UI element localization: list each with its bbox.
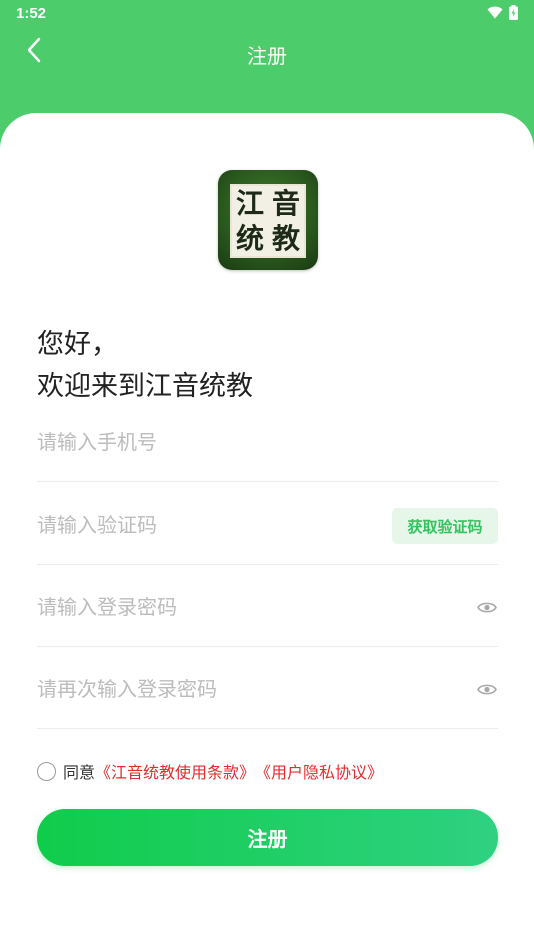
app-logo: 江 音 统 教 [218, 170, 318, 270]
greeting-hello: 您好， [37, 329, 118, 360]
status-bar: 1:52 [0, 0, 534, 28]
page-title: 注册 [247, 44, 287, 68]
logo-char: 教 [271, 221, 300, 255]
nav-bar: 注册 [0, 28, 534, 76]
logo-char: 统 [235, 221, 264, 255]
password-input[interactable] [37, 585, 437, 629]
confirm-password-field [37, 647, 498, 729]
greeting-welcome: 欢迎来到江音统教 [37, 371, 253, 402]
terms-link[interactable]: 《江音统教使用条款》 [95, 759, 255, 783]
agree-text: 同意 [63, 763, 96, 782]
confirm-password-input[interactable] [37, 667, 437, 711]
get-code-button[interactable]: 获取验证码 [392, 508, 498, 544]
status-icons [487, 5, 518, 20]
phone-field [37, 400, 498, 482]
password-field [37, 565, 498, 647]
phone-input[interactable] [37, 420, 437, 464]
eye-icon[interactable] [476, 596, 498, 618]
agreement-row: 同意 《江音统教使用条款》 《用户隐私协议》 [37, 760, 383, 782]
logo-char: 音 [271, 186, 300, 220]
eye-icon[interactable] [476, 678, 498, 700]
register-button[interactable]: 注册 [37, 809, 498, 866]
logo-frame: 江 音 统 教 [230, 184, 306, 258]
privacy-link[interactable]: 《用户隐私协议》 [255, 759, 383, 783]
wifi-icon [487, 6, 503, 19]
code-field: 获取验证码 [37, 483, 498, 565]
verification-code-input[interactable] [37, 503, 437, 547]
battery-icon [509, 5, 518, 20]
logo-char: 江 [235, 186, 264, 220]
status-time: 1:52 [16, 5, 47, 22]
agree-checkbox[interactable] [37, 761, 56, 781]
